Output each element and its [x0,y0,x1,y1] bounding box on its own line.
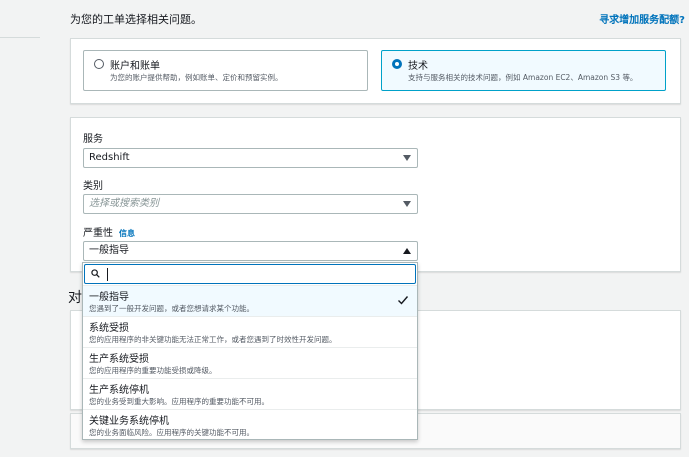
category-select[interactable]: 选择或搜索类别 [83,194,418,214]
option-title: 生产系统受损 [89,354,149,365]
severity-dropdown-list: 一般指导 您遇到了一般开发问题，或者您想请求某个功能。 系统受损 您的应用程序的… [82,262,418,440]
severity-value: 一般指导 [89,245,129,256]
partial-section-heading: 对 [68,290,82,306]
severity-option[interactable]: 生产系统受损 您的应用程序的重要功能受损或降级。 [83,347,417,378]
radio-button-selected[interactable] [392,59,402,69]
radio-button[interactable] [94,59,104,69]
severity-label-row: 严重性 信息 [83,224,135,239]
severity-option[interactable]: 关键业务系统停机 您的业务面临风险。应用程序的关键功能不可用。 [83,409,417,440]
case-type-account-billing[interactable]: 账户和账单 为您的账户提供帮助，例如账单、定价和预留实例。 [83,50,368,91]
service-select[interactable]: Redshift [83,148,418,168]
check-icon [398,296,409,305]
option-title: 生产系统停机 [89,385,149,396]
service-value: Redshift [89,152,130,163]
severity-label: 严重性 [83,228,113,239]
category-placeholder: 选择或搜索类别 [89,198,159,209]
option-title: 系统受损 [89,323,129,334]
severity-search-input[interactable] [84,264,416,284]
option-description: 您的业务面临风险。应用程序的关键功能不可用。 [89,428,254,437]
divider [0,37,40,38]
category-label: 类别 [83,181,103,192]
page-heading: 为您的工单选择相关问题。 [70,13,202,26]
choice-description: 支持与服务相关的技术问题，例如 Amazon EC2、Amazon S3 等。 [408,73,638,82]
service-quota-link[interactable]: 寻求增加服务配额? [599,11,685,26]
option-description: 您遇到了一般开发问题，或者您想请求某个功能。 [89,304,254,313]
severity-option[interactable]: 一般指导 您遇到了一般开发问题，或者您想请求某个功能。 [83,285,417,316]
option-title: 关键业务系统停机 [89,416,169,427]
search-icon [91,269,100,278]
option-description: 您的业务受到重大影响。应用程序的重要功能不可用。 [89,397,269,406]
case-type-technical[interactable]: 技术 支持与服务相关的技术问题，例如 Amazon EC2、Amazon S3 … [381,50,666,91]
choice-title: 技术 [408,61,428,72]
severity-info-link[interactable]: 信息 [119,229,135,238]
severity-select[interactable]: 一般指导 [83,241,418,261]
choice-description: 为您的账户提供帮助，例如账单、定价和预留实例。 [110,73,283,82]
option-title: 一般指导 [89,292,129,303]
choice-title: 账户和账单 [110,61,160,72]
service-label: 服务 [83,134,103,145]
caret-down-icon [403,201,411,207]
severity-option[interactable]: 生产系统停机 您的业务受到重大影响。应用程序的重要功能不可用。 [83,378,417,409]
caret-down-icon [403,155,411,161]
left-rail [0,0,55,457]
option-description: 您的应用程序的重要功能受损或降级。 [89,366,217,375]
option-description: 您的应用程序的非关键功能无法正常工作，或者您遇到了时效性开发问题。 [89,335,337,344]
text-cursor [107,268,108,281]
severity-option[interactable]: 系统受损 您的应用程序的非关键功能无法正常工作，或者您遇到了时效性开发问题。 [83,316,417,347]
caret-up-icon [403,248,411,254]
